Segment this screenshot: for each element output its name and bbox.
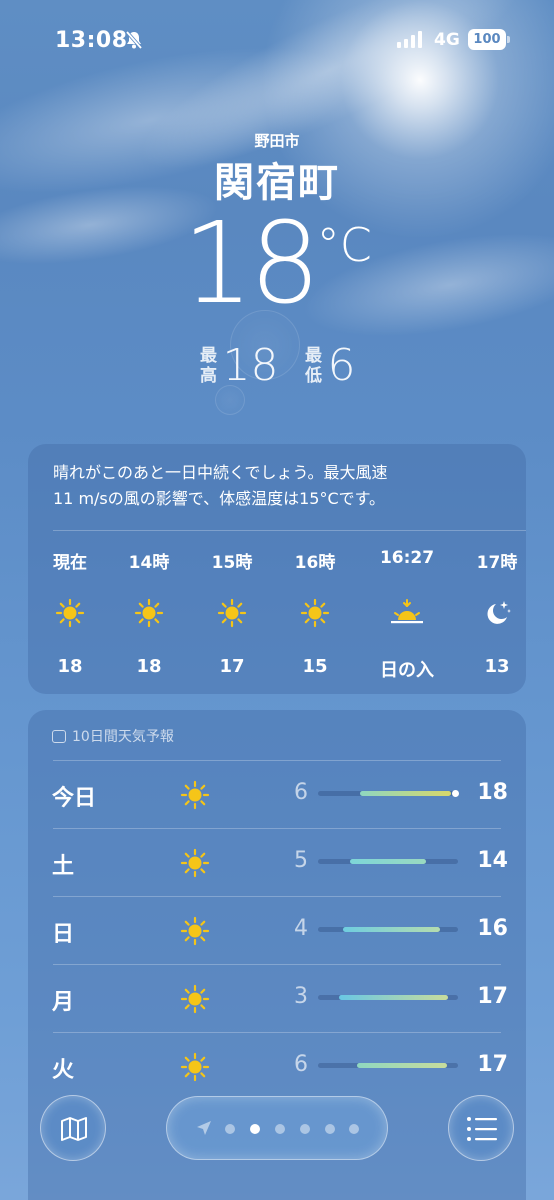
sunset-icon <box>391 599 423 624</box>
day-low: 6 <box>294 1052 308 1077</box>
signal-bars-icon <box>397 31 422 48</box>
moon-stars-icon <box>487 601 511 624</box>
temp-range-fill <box>350 859 426 864</box>
status-time: 13:08 <box>55 28 128 53</box>
day-high: 17 <box>477 984 508 1009</box>
current-temperature: 18°C <box>0 208 554 320</box>
row-divider <box>53 896 501 897</box>
hour-label: 17時 <box>476 553 518 573</box>
page-dot[interactable] <box>225 1124 235 1134</box>
row-divider <box>53 1032 501 1033</box>
page-dot[interactable] <box>325 1124 335 1134</box>
location-arrow-icon <box>197 1121 211 1135</box>
day-high: 17 <box>477 1052 508 1077</box>
calendar-icon <box>52 730 66 743</box>
day-name: 日 <box>52 922 75 947</box>
hour-temp: 17 <box>219 656 245 677</box>
hour-label: 14時 <box>128 553 170 573</box>
hour-temp: 日の入 <box>380 660 434 681</box>
daily-row[interactable]: 日 4 16 <box>28 896 526 963</box>
high-low: 最高 18 最低 6 <box>0 340 554 391</box>
low-value: 6 <box>327 340 356 391</box>
hour-temp: 15 <box>302 656 328 677</box>
page-dot-active[interactable] <box>250 1124 260 1134</box>
temp-range-bar <box>318 927 458 932</box>
hour-temp: 18 <box>57 656 83 677</box>
high-label: 最高 <box>199 345 217 386</box>
temp-range-fill <box>339 995 449 1000</box>
day-low: 3 <box>294 984 308 1009</box>
hourly-list[interactable]: 現在 18 14時 18 15時 17 16時 15 16:27 日の入 17時… <box>28 548 526 688</box>
sun-icon <box>180 780 210 814</box>
daily-forecast-header: 10日間天気予報 <box>52 726 174 746</box>
sun-icon <box>55 598 85 628</box>
day-high: 16 <box>477 916 508 941</box>
hour-temp: 13 <box>484 656 510 677</box>
row-divider <box>53 760 501 761</box>
current-temp-marker <box>452 790 460 797</box>
temp-range-fill <box>360 791 451 796</box>
high-group: 最高 18 <box>198 340 279 391</box>
network-type: 4G <box>434 30 460 50</box>
forecast-summary: 晴れがこのあと一日中続くでしょう。最大風速 11 m/sの風の影響で、体感温度は… <box>53 460 513 512</box>
temp-range-bar <box>318 790 460 797</box>
temp-range-fill <box>343 927 440 932</box>
temp-range-bar <box>318 859 458 864</box>
battery-indicator: 100 <box>468 29 506 50</box>
low-group: 最低 6 <box>304 340 356 391</box>
temp-range-fill <box>357 1063 447 1068</box>
hour-label: 15時 <box>211 553 253 573</box>
sun-icon <box>217 598 247 628</box>
map-button[interactable] <box>40 1095 106 1161</box>
low-label: 最低 <box>305 345 323 386</box>
map-icon <box>61 1117 87 1141</box>
sun-icon <box>134 598 164 628</box>
sun-icon <box>180 1052 210 1086</box>
hour-temp: 18 <box>136 656 162 677</box>
day-high: 14 <box>477 848 508 873</box>
day-name: 土 <box>52 854 75 879</box>
day-name: 今日 <box>52 786 97 811</box>
daily-forecast-title: 10日間天気予報 <box>72 729 174 745</box>
page-dot[interactable] <box>349 1124 359 1134</box>
hour-label: 16:27 <box>379 548 435 568</box>
day-high: 18 <box>477 780 508 805</box>
day-low: 6 <box>294 780 308 805</box>
summary-line-1: 晴れがこのあと一日中続くでしょう。最大風速 <box>53 463 388 482</box>
bell-slash-icon <box>125 30 143 50</box>
daily-row[interactable]: 火 6 17 <box>28 1032 526 1099</box>
day-name: 火 <box>52 1058 75 1083</box>
hour-label: 現在 <box>53 553 87 573</box>
daily-row[interactable]: 土 5 14 <box>28 828 526 895</box>
row-divider <box>53 964 501 965</box>
hourly-divider <box>53 530 526 531</box>
day-low: 4 <box>294 916 308 941</box>
page-indicator[interactable] <box>166 1096 388 1160</box>
current-temp-value: 18 <box>182 199 321 329</box>
sun-icon <box>180 916 210 950</box>
daily-row[interactable]: 月 3 17 <box>28 964 526 1031</box>
sun-icon <box>300 598 330 628</box>
sun-icon <box>180 848 210 882</box>
location-list-button[interactable] <box>448 1095 514 1161</box>
row-divider <box>53 828 501 829</box>
list-icon <box>467 1117 497 1141</box>
day-name: 月 <box>52 990 75 1015</box>
hour-label: 16時 <box>294 553 336 573</box>
temp-range-bar <box>318 1063 458 1068</box>
high-value: 18 <box>222 340 279 391</box>
sun-icon <box>180 984 210 1018</box>
temp-range-bar <box>318 995 458 1000</box>
page-dot[interactable] <box>275 1124 285 1134</box>
status-bar: 13:08 4G 100 <box>0 0 554 80</box>
battery-tip <box>507 36 510 43</box>
location-area: 野田市 <box>254 132 300 150</box>
page-dot[interactable] <box>300 1124 310 1134</box>
day-low: 5 <box>294 848 308 873</box>
current-temp-unit: °C <box>316 218 372 272</box>
summary-line-2: 11 m/sの風の影響で、体感温度は15°Cです。 <box>53 489 386 508</box>
daily-row[interactable]: 今日 6 18 <box>28 760 526 827</box>
